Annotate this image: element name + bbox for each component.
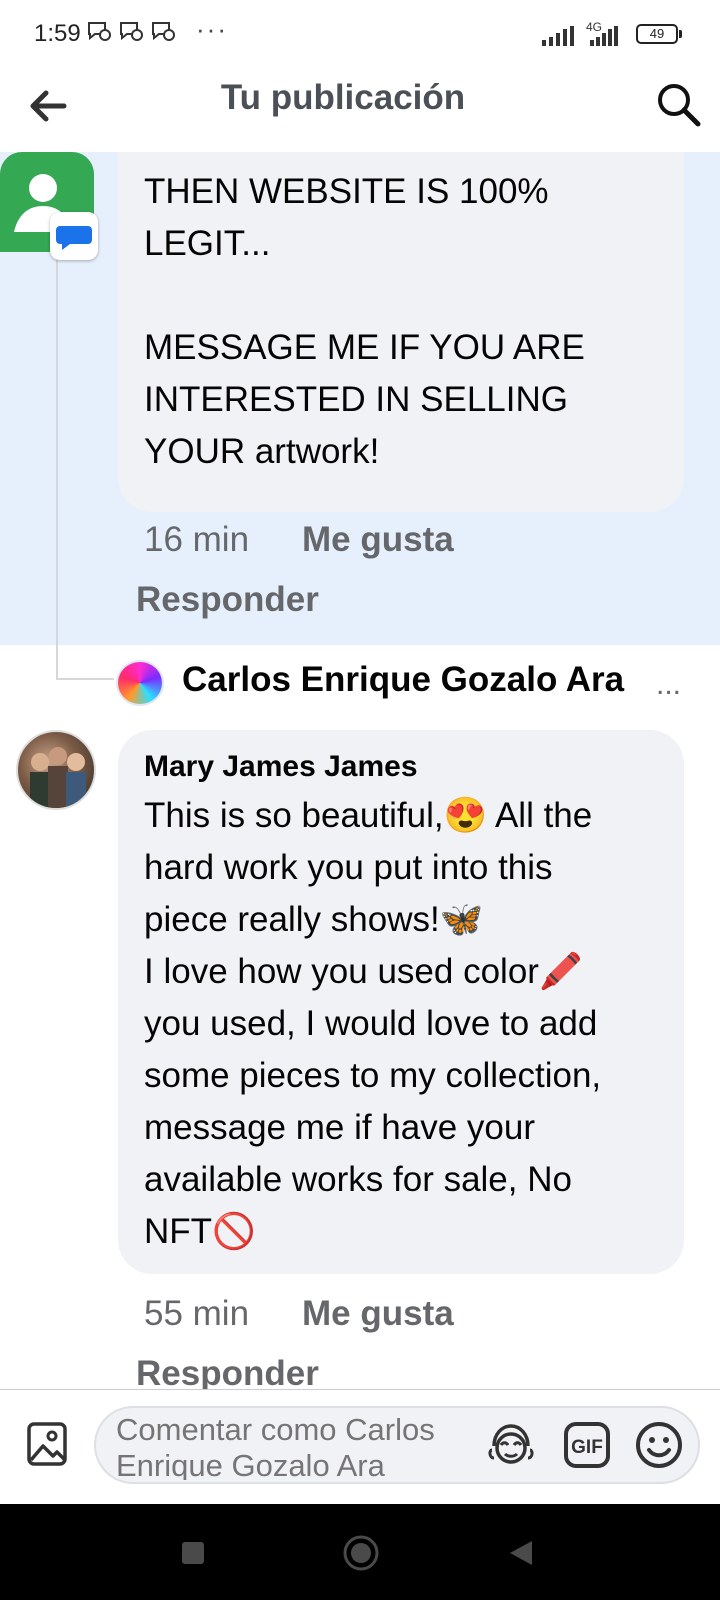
search-icon[interactable] [654,80,704,130]
emoji-icon[interactable] [634,1420,684,1470]
comment-timestamp: 55 min [144,1294,250,1333]
highlighted-comment: CAN UPLOAD FOR FREE AND THEN WEBSITE IS … [0,152,720,645]
battery-icon: 49 [636,24,678,44]
avatar[interactable] [16,730,96,810]
avatar[interactable] [116,660,164,706]
thread-line [56,258,58,680]
reply-button[interactable]: Responder [136,580,319,620]
messages-app-icon [50,212,98,260]
messenger-notification-icon [118,20,144,48]
avatar-sticker-icon[interactable] [486,1420,536,1470]
like-button[interactable]: Me gusta [302,1294,454,1334]
signal-icon [584,26,618,46]
home-button[interactable] [342,1534,380,1572]
back-button[interactable] [506,1538,536,1568]
status-bar: 1:59 ··· 4G 49 [0,0,720,66]
reply-clip: Responder [0,1346,720,1389]
comment-author-name[interactable]: Mary James James [144,750,418,784]
photo-icon[interactable] [26,1420,68,1468]
battery-tip [679,30,682,38]
thread-connector [56,678,114,680]
page-title: Tu publicación [220,78,466,117]
messenger-notification-icon [150,20,176,48]
reply-author-name[interactable]: Carlos Enrique Gozalo Ara [182,660,624,700]
more-notifications-indicator: ··· [196,14,228,44]
gif-icon[interactable]: GIF [562,1420,612,1470]
gif-label: GIF [571,1437,603,1458]
status-time: 1:59 [34,20,81,47]
comment-text: CAN UPLOAD FOR FREE AND THEN WEBSITE IS … [144,152,640,471]
reply-button[interactable]: Responder [136,1354,319,1389]
like-button[interactable]: Me gusta [302,520,454,560]
messenger-notification-icon [86,20,112,48]
comment-timestamp: 16 min [144,520,250,559]
recents-button[interactable] [180,1540,206,1566]
comment-input[interactable] [116,1412,476,1480]
comment-text: This is so beautiful,😍 All the hard work… [144,796,602,1251]
signal-icon [542,26,576,46]
more-options[interactable]: ... [656,668,681,702]
